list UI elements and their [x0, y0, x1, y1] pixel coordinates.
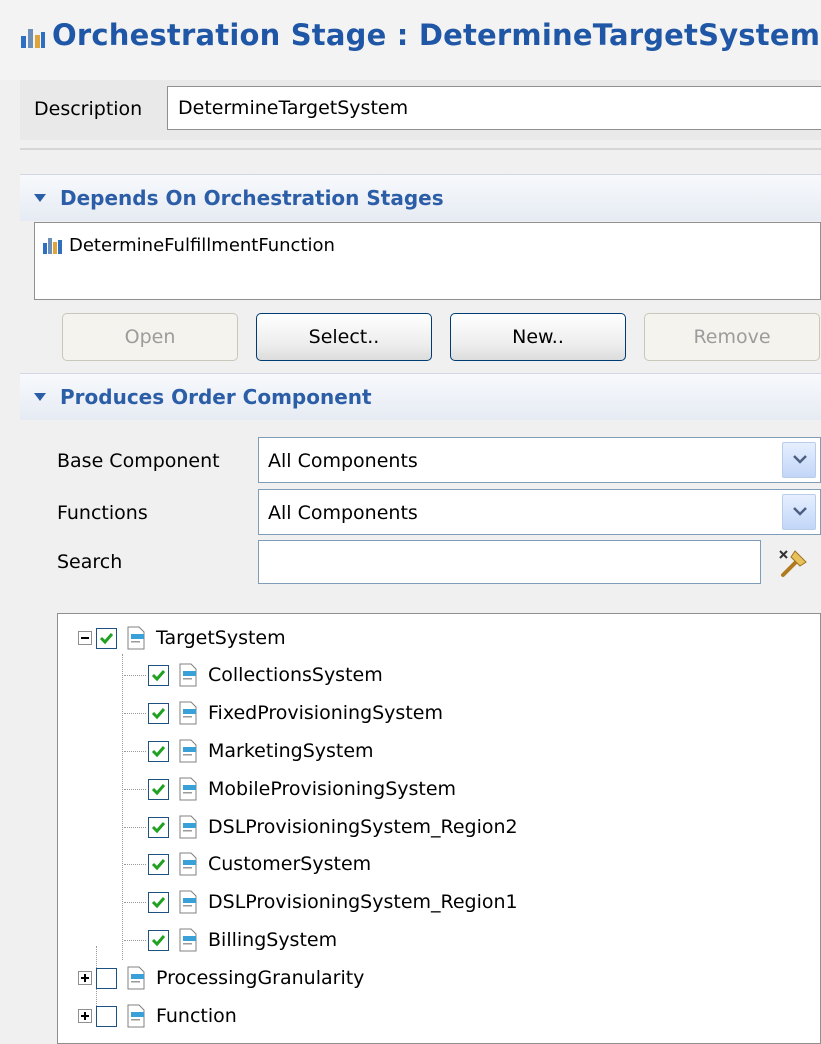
tree-guide-line: [124, 826, 146, 828]
tree-guide-line: [124, 674, 146, 676]
tree-node[interactable]: MobileProvisioningSystem: [124, 771, 456, 807]
functions-label: Functions: [57, 502, 148, 524]
functions-select[interactable]: All Components: [258, 489, 821, 535]
chevron-down-icon[interactable]: [782, 494, 816, 530]
tree-guide-line: [124, 750, 146, 752]
tree-checkbox[interactable]: [96, 627, 117, 649]
tree-node-label: Function: [156, 1005, 237, 1027]
depends-section-header[interactable]: Depends On Orchestration Stages: [20, 174, 821, 221]
tree-checkbox[interactable]: [148, 664, 169, 686]
tree-node[interactable]: FixedProvisioningSystem: [124, 695, 443, 731]
tree-node-root[interactable]: ProcessingGranularity: [78, 960, 364, 996]
tree-guide-line: [124, 712, 146, 714]
tree-checkbox[interactable]: [96, 1005, 117, 1027]
produces-section-title: Produces Order Component: [60, 385, 372, 409]
expand-icon[interactable]: [78, 1009, 92, 1023]
new-button[interactable]: New..: [450, 313, 626, 361]
order-component-icon: [179, 701, 197, 725]
tree-guide-line: [124, 939, 146, 941]
base-component-value: All Components: [268, 450, 418, 472]
order-component-icon: [179, 890, 197, 914]
tree-node-label: DSLProvisioningSystem_Region2: [208, 816, 518, 838]
tree-node-root[interactable]: Function: [78, 998, 237, 1034]
base-component-label: Base Component: [57, 450, 220, 472]
description-input[interactable]: DetermineTargetSystem: [167, 86, 821, 130]
collapse-icon[interactable]: [78, 631, 92, 645]
checkmark-icon: [151, 934, 166, 946]
tree-node[interactable]: BillingSystem: [124, 922, 337, 958]
editor-title-bar: Orchestration Stage : DetermineTargetSys…: [0, 0, 821, 80]
open-button[interactable]: Open: [62, 313, 238, 361]
tree-node-label: FixedProvisioningSystem: [208, 702, 443, 724]
tree-node-label: DSLProvisioningSystem_Region1: [208, 891, 518, 913]
search-input[interactable]: [258, 540, 761, 584]
depends-section-title: Depends On Orchestration Stages: [60, 186, 444, 210]
tree-node-label: MarketingSystem: [208, 740, 374, 762]
expand-icon[interactable]: [78, 971, 92, 985]
collapse-arrow-icon[interactable]: [34, 194, 46, 202]
tree-node-label: MobileProvisioningSystem: [208, 778, 457, 800]
base-component-select[interactable]: All Components: [258, 437, 821, 483]
tree-checkbox[interactable]: [148, 702, 169, 724]
order-component-icon: [179, 777, 197, 801]
select-button[interactable]: Select..: [256, 313, 432, 361]
tree-node[interactable]: CollectionsSystem: [124, 657, 383, 693]
tree-node[interactable]: CustomerSystem: [124, 846, 371, 882]
collapse-arrow-icon[interactable]: [34, 393, 46, 401]
tree-node[interactable]: MarketingSystem: [124, 733, 374, 769]
tree-node-root[interactable]: TargetSystem: [78, 620, 286, 656]
tree-guide-line: [124, 788, 146, 790]
divider: [20, 148, 821, 150]
orchestration-stage-icon: [43, 238, 62, 254]
order-component-icon: [179, 663, 197, 687]
tree-node-label: ProcessingGranularity: [156, 967, 365, 989]
chevron-down-icon[interactable]: [782, 442, 816, 478]
tree-node[interactable]: DSLProvisioningSystem_Region1: [124, 884, 518, 920]
checkmark-icon: [151, 858, 166, 870]
checkmark-icon: [151, 783, 166, 795]
tree-checkbox[interactable]: [148, 740, 169, 762]
tree-node-label: CollectionsSystem: [208, 664, 383, 686]
depends-list[interactable]: DetermineFulfillmentFunction: [34, 222, 821, 300]
checkmark-icon: [151, 821, 166, 833]
tree-checkbox[interactable]: [148, 891, 169, 913]
functions-value: All Components: [268, 502, 418, 524]
tree-checkbox[interactable]: [148, 778, 169, 800]
list-item-label: DetermineFulfillmentFunction: [69, 234, 335, 256]
order-component-icon: [127, 626, 145, 650]
tree-node[interactable]: DSLProvisioningSystem_Region2: [124, 809, 518, 845]
search-label: Search: [57, 551, 123, 573]
order-component-icon: [179, 852, 197, 876]
page-title: Orchestration Stage : DetermineTargetSys…: [52, 18, 821, 52]
tree-checkbox[interactable]: [148, 929, 169, 951]
tree-checkbox[interactable]: [148, 853, 169, 875]
order-component-icon: [127, 966, 145, 990]
order-component-icon: [179, 739, 197, 763]
orchestration-stage-icon: [21, 29, 45, 48]
remove-button[interactable]: Remove: [644, 313, 820, 361]
tree-checkbox[interactable]: [148, 816, 169, 838]
order-component-icon: [179, 928, 197, 952]
tree-guide-line: [124, 863, 146, 865]
tree-guide-line: [124, 901, 146, 903]
tree-guide-line: [122, 654, 123, 960]
list-item[interactable]: DetermineFulfillmentFunction: [43, 231, 335, 259]
order-component-icon: [179, 815, 197, 839]
clear-search-icon[interactable]: [775, 545, 811, 581]
tree-node-label: BillingSystem: [208, 929, 338, 951]
tree-node-label: TargetSystem: [156, 627, 286, 649]
tree-node-label: CustomerSystem: [208, 853, 372, 875]
checkmark-icon: [151, 707, 166, 719]
description-label: Description: [34, 98, 143, 120]
description-row: Description DetermineTargetSystem: [20, 80, 821, 140]
checkmark-icon: [151, 896, 166, 908]
checkmark-icon: [151, 669, 166, 681]
checkmark-icon: [99, 632, 114, 644]
tree-checkbox[interactable]: [96, 967, 117, 989]
produces-section-header[interactable]: Produces Order Component: [20, 373, 821, 420]
order-component-icon: [127, 1004, 145, 1028]
component-tree[interactable]: TargetSystem CollectionsSystem FixedProv…: [57, 613, 821, 1044]
checkmark-icon: [151, 745, 166, 757]
